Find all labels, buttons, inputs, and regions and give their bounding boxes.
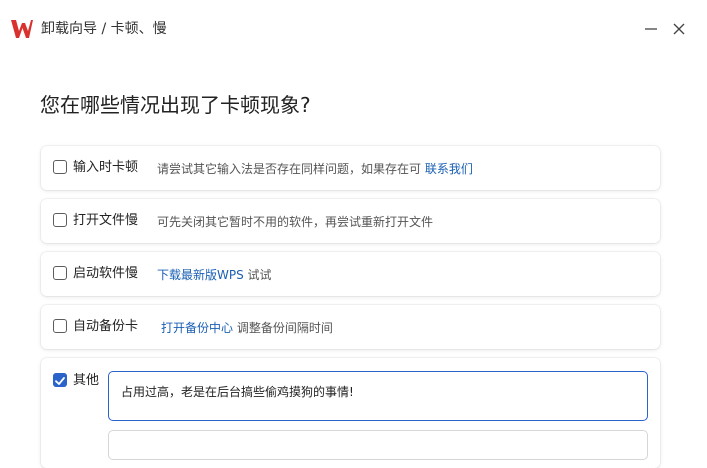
contact-input[interactable]: [108, 430, 648, 460]
option-auto-backup-lag[interactable]: 自动备份卡 打开备份中心 调整备份间隔时间: [41, 305, 660, 349]
description-text: 试试: [243, 268, 272, 282]
option-description: 请尝试其它输入法是否存在同样问题，如果存在可 联系我们: [157, 159, 473, 179]
option-label: 输入时卡顿: [73, 160, 139, 175]
title-bar: 卸载向导 / 卡顿、慢: [0, 0, 707, 58]
option-label: 打开文件慢: [73, 213, 139, 228]
minimize-icon[interactable]: [640, 18, 662, 40]
option-label: 其他: [73, 373, 100, 388]
close-icon[interactable]: [668, 18, 690, 40]
option-other[interactable]: 其他 占用过高，老是在后台搞些偷鸡摸狗的事情!: [41, 358, 660, 468]
option-description: 打开备份中心 调整备份间隔时间: [161, 318, 333, 338]
description-text: 可先关闭其它暂时不用的软件，再尝试重新打开文件: [157, 215, 434, 229]
description-text: 调整备份间隔时间: [233, 321, 333, 335]
checkbox-checked[interactable]: [53, 373, 67, 387]
option-open-file-slow[interactable]: 打开文件慢 可先关闭其它暂时不用的软件，再尝试重新打开文件: [41, 199, 660, 243]
other-reason-input[interactable]: 占用过高，老是在后台搞些偷鸡摸狗的事情!: [108, 371, 648, 421]
description-text: 请尝试其它输入法是否存在同样问题，如果存在可: [157, 162, 422, 176]
option-startup-slow[interactable]: 启动软件慢 下载最新版WPS 试试: [41, 252, 660, 296]
option-description: 下载最新版WPS 试试: [157, 265, 272, 285]
checkbox[interactable]: [53, 266, 67, 280]
checkbox[interactable]: [53, 213, 67, 227]
page-heading: 您在哪些情况出现了卡顿现象?: [40, 93, 311, 117]
option-description: 可先关闭其它暂时不用的软件，再尝试重新打开文件: [157, 212, 433, 232]
download-latest-link[interactable]: 下载最新版WPS: [157, 268, 244, 282]
checkmark-icon: [55, 377, 65, 385]
checkbox[interactable]: [53, 160, 67, 174]
contact-us-link[interactable]: 联系我们: [425, 162, 473, 176]
option-label: 启动软件慢: [73, 266, 139, 281]
checkbox[interactable]: [53, 319, 67, 333]
option-label: 自动备份卡: [73, 319, 139, 334]
wps-logo-icon: [11, 20, 33, 38]
window-title: 卸载向导 / 卡顿、慢: [41, 21, 167, 37]
backup-center-link[interactable]: 打开备份中心: [161, 321, 233, 335]
option-input-lag[interactable]: 输入时卡顿 请尝试其它输入法是否存在同样问题，如果存在可 联系我们: [41, 146, 660, 190]
